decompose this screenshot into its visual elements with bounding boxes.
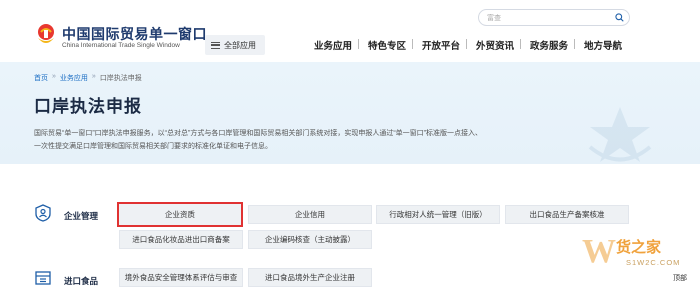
- brand-url: S1W2C.COM: [626, 258, 681, 267]
- page-title: 口岸执法申报: [34, 97, 142, 116]
- btn-enterprise-credit[interactable]: 企业信用: [248, 205, 372, 224]
- all-apps-label: 全部应用: [224, 40, 256, 50]
- logo-title[interactable]: 中国国际贸易单一窗口: [62, 24, 207, 44]
- brand-name: 货之家: [616, 239, 662, 256]
- breadcrumb-business-apps[interactable]: 业务应用: [60, 73, 88, 83]
- food-icon: [35, 271, 51, 285]
- btn-enterprise-code-check[interactable]: 企业编码核查（主动披露）: [248, 230, 372, 249]
- nav-divider: [520, 39, 521, 49]
- menu-icon: [211, 41, 220, 49]
- nav-divider: [412, 39, 413, 49]
- search-input[interactable]: [487, 12, 607, 24]
- btn-export-food-registration[interactable]: 出口食品生产备案核准: [505, 205, 629, 224]
- customs-emblem-watermark: [588, 107, 652, 162]
- page-description: 国际贸易“单一窗口”口岸执法申报服务，以“总对总”方式与各口岸管理和国际贸易相关…: [34, 127, 534, 153]
- nav-open-platform[interactable]: 开放平台: [422, 38, 460, 52]
- breadcrumb: 首页 » 业务应用 » 口岸执法申报: [34, 73, 142, 83]
- nav-business-apps[interactable]: 业务应用: [314, 38, 352, 52]
- btn-admin-counterpart-management[interactable]: 行政相对人统一管理（旧版）: [376, 205, 500, 224]
- btn-overseas-food-safety-review[interactable]: 境外食品安全管理体系评估与审查: [119, 268, 243, 287]
- breadcrumb-current: 口岸执法申报: [99, 75, 142, 82]
- site-header: 中国国际贸易单一窗口 China International Trade Sin…: [0, 0, 700, 62]
- nav-divider: [358, 39, 359, 49]
- section-label: 进口食品: [64, 276, 99, 286]
- breadcrumb-home[interactable]: 首页: [34, 73, 48, 83]
- nav-featured-zone[interactable]: 特色专区: [368, 38, 406, 52]
- page-banner: 首页 » 业务应用 » 口岸执法申报 口岸执法申报 国际贸易“单一窗口”口岸执法…: [0, 62, 700, 164]
- search-icon[interactable]: [615, 13, 624, 22]
- breadcrumb-separator: »: [91, 73, 96, 80]
- btn-overseas-producer-registration[interactable]: 进口食品境外生产企业注册: [248, 268, 372, 287]
- breadcrumb-separator: »: [52, 73, 56, 80]
- nav-divider: [574, 39, 575, 49]
- nav-gov-services[interactable]: 政务服务: [530, 38, 568, 52]
- svg-text:W: W: [582, 233, 616, 270]
- enterprise-icon: [35, 204, 51, 222]
- section-label: 企业管理: [64, 211, 99, 221]
- back-to-top-link[interactable]: 顶部: [673, 273, 687, 283]
- btn-import-food-cosmetics-filing[interactable]: 进口食品化妆品进出口商备案: [119, 230, 243, 249]
- logo-subtitle: China International Trade Single Window: [62, 42, 180, 49]
- description-line: 国际贸易“单一窗口”口岸执法申报服务，以“总对总”方式与各口岸管理和国际贸易相关…: [34, 130, 482, 137]
- all-apps-button[interactable]: 全部应用: [205, 35, 265, 55]
- nav-local-guide[interactable]: 地方导航: [584, 38, 622, 52]
- description-line: 一次性提交满足口岸管理和国际贸易相关部门要求的标准化单证和电子信息。: [34, 143, 272, 150]
- nav-trade-news[interactable]: 外贸资讯: [476, 38, 514, 52]
- nav-divider: [466, 39, 467, 49]
- logo-icon[interactable]: [34, 22, 58, 48]
- search-box: [478, 9, 630, 26]
- btn-enterprise-qualification[interactable]: 企业资质: [117, 202, 243, 227]
